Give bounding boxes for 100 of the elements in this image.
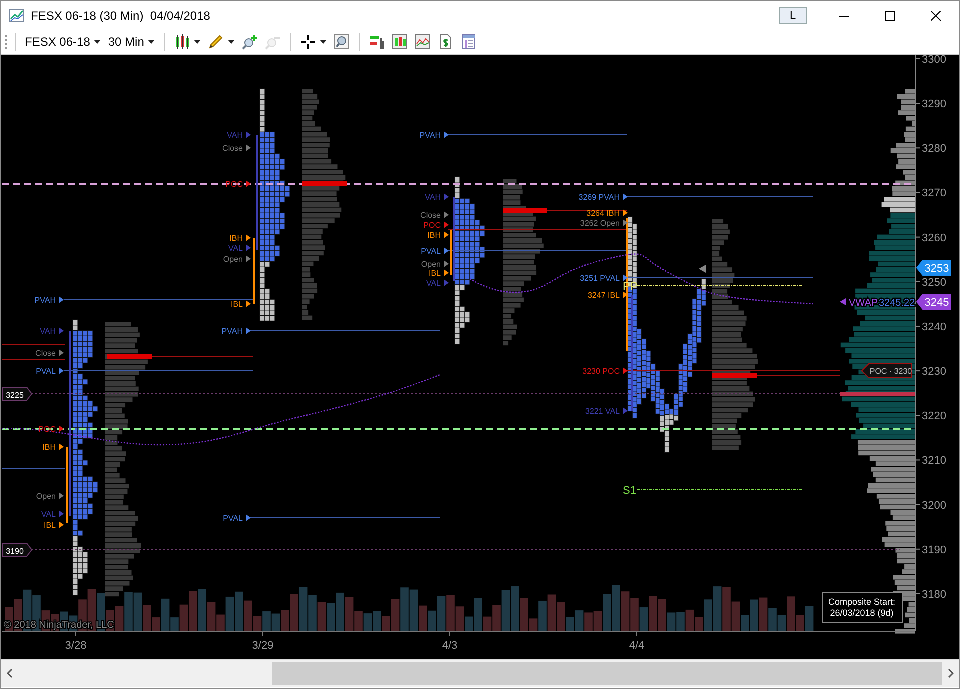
caret-icon bbox=[94, 40, 102, 44]
level-label: PVAL bbox=[223, 514, 243, 523]
level-label: IBH bbox=[428, 231, 441, 240]
properties-icon bbox=[461, 34, 478, 50]
caret-icon bbox=[148, 40, 156, 44]
price-axis-label: 3290 bbox=[922, 98, 946, 111]
instrument-dropdown[interactable]: FESX 06-18 bbox=[23, 31, 104, 53]
candlestick-chart-icon bbox=[392, 34, 408, 50]
price-tag: 3253 bbox=[916, 260, 952, 276]
triangle-icon bbox=[59, 368, 64, 374]
level-label: PVAL bbox=[421, 247, 441, 256]
pivot-label: S1 bbox=[623, 485, 636, 497]
triangle-icon bbox=[623, 368, 628, 374]
vwap-value: 3245.22 bbox=[879, 298, 916, 309]
price-axis-label: 3210 bbox=[922, 455, 946, 468]
window-title: FESX 06-18 (30 Min) 04/04/2018 bbox=[31, 8, 210, 22]
level-label: Open bbox=[223, 255, 243, 264]
level-label: 3264 IBH bbox=[586, 209, 620, 218]
triangle-icon bbox=[246, 328, 251, 334]
link-button[interactable]: L bbox=[779, 7, 807, 24]
poc-bar bbox=[712, 374, 757, 378]
level-label: IBH bbox=[42, 443, 56, 452]
price-axis-label: 3270 bbox=[922, 188, 946, 200]
triangle-icon bbox=[246, 514, 251, 522]
price-tag: 3190 bbox=[2, 543, 33, 557]
price-axis-label: 3280 bbox=[922, 143, 946, 156]
price-axis-label: 3240 bbox=[922, 321, 946, 334]
date-axis-label: 4/3 bbox=[442, 640, 458, 652]
triangle-icon bbox=[59, 350, 64, 356]
poc-bar bbox=[107, 354, 152, 360]
pencil-icon bbox=[208, 34, 224, 50]
level-label: VAH bbox=[425, 193, 441, 202]
level-label: IBL bbox=[230, 300, 243, 309]
composite-info-box: Composite Start: 26/03/2018 (9d) bbox=[822, 592, 903, 623]
level-label: 3247 IBL bbox=[588, 291, 620, 300]
level-label: VAH bbox=[227, 131, 243, 140]
crosshair-icon bbox=[300, 34, 316, 50]
magnifier-icon bbox=[334, 34, 350, 50]
level-label: IBL bbox=[428, 269, 441, 278]
price-tag: 3225 bbox=[2, 387, 33, 401]
triangle-icon bbox=[59, 492, 64, 500]
level-label: PVAH bbox=[420, 131, 441, 140]
vwap-label: VWAP bbox=[849, 298, 878, 309]
level-label: PVAH bbox=[34, 296, 56, 305]
price-axis-label: 3220 bbox=[922, 410, 946, 423]
chevron-right-icon bbox=[948, 669, 954, 678]
triangle-icon bbox=[246, 180, 251, 188]
date-axis-label: 4/4 bbox=[629, 640, 645, 652]
caret-icon bbox=[320, 40, 328, 44]
chevron-left-icon bbox=[6, 669, 12, 678]
triangle-icon bbox=[699, 265, 706, 273]
triangle-icon bbox=[623, 194, 628, 200]
triangle-icon bbox=[444, 132, 449, 138]
triangle-icon bbox=[623, 274, 628, 282]
dollar-document-icon bbox=[438, 34, 454, 50]
level-label: VAH bbox=[40, 327, 56, 336]
price-axis-label: 3230 bbox=[922, 366, 946, 378]
level-label: POC bbox=[226, 180, 243, 189]
price-axis-label: 3180 bbox=[922, 588, 946, 601]
candlestick-icon bbox=[174, 34, 190, 50]
level-line bbox=[2, 468, 66, 470]
zoom-in-icon bbox=[242, 34, 258, 50]
price-axis-label: 3200 bbox=[922, 500, 946, 512]
price-tag: 3245 bbox=[916, 294, 952, 310]
caret-icon bbox=[228, 40, 236, 44]
level-label: IBH bbox=[230, 234, 243, 243]
level-label: Open bbox=[421, 260, 441, 269]
level-label: PVAH bbox=[222, 327, 243, 336]
date-axis-label: 3/28 bbox=[65, 640, 87, 652]
grip-icon[interactable] bbox=[5, 34, 8, 50]
pivot-label: PP bbox=[623, 281, 638, 293]
poc-bar bbox=[302, 182, 347, 186]
level-label: PVAL bbox=[36, 367, 56, 376]
triangle-icon bbox=[59, 296, 64, 304]
price-axis-label: 3300 bbox=[922, 55, 946, 66]
level-label: Close bbox=[222, 144, 243, 153]
triangle-icon bbox=[59, 444, 64, 450]
level-label: 3251 PVAL bbox=[580, 274, 620, 283]
bar-series-icon bbox=[369, 34, 386, 50]
interval-dropdown[interactable]: 30 Min bbox=[106, 31, 158, 53]
triangle-icon bbox=[623, 292, 628, 298]
line-chart-icon bbox=[415, 34, 432, 50]
level-label: VAL bbox=[228, 244, 243, 253]
price-axis-label: 3260 bbox=[922, 232, 946, 244]
level-line bbox=[2, 344, 66, 346]
price-axis-label: 3190 bbox=[922, 544, 946, 556]
zoom-out-icon bbox=[265, 34, 282, 50]
level-label: Open bbox=[36, 492, 56, 501]
triangle-icon bbox=[246, 300, 251, 308]
price-axis-label: 3250 bbox=[922, 276, 946, 289]
triangle-icon bbox=[59, 328, 64, 334]
level-label: VAL bbox=[41, 510, 56, 519]
triangle-icon bbox=[623, 408, 628, 414]
level-label: VAL bbox=[426, 279, 441, 288]
level-label: IBL bbox=[44, 521, 56, 530]
level-label: Close bbox=[36, 349, 56, 358]
maximize-icon bbox=[885, 10, 895, 20]
close-icon bbox=[931, 10, 941, 20]
level-label: POC bbox=[424, 221, 441, 230]
scrollbar-thumb[interactable] bbox=[272, 662, 942, 685]
